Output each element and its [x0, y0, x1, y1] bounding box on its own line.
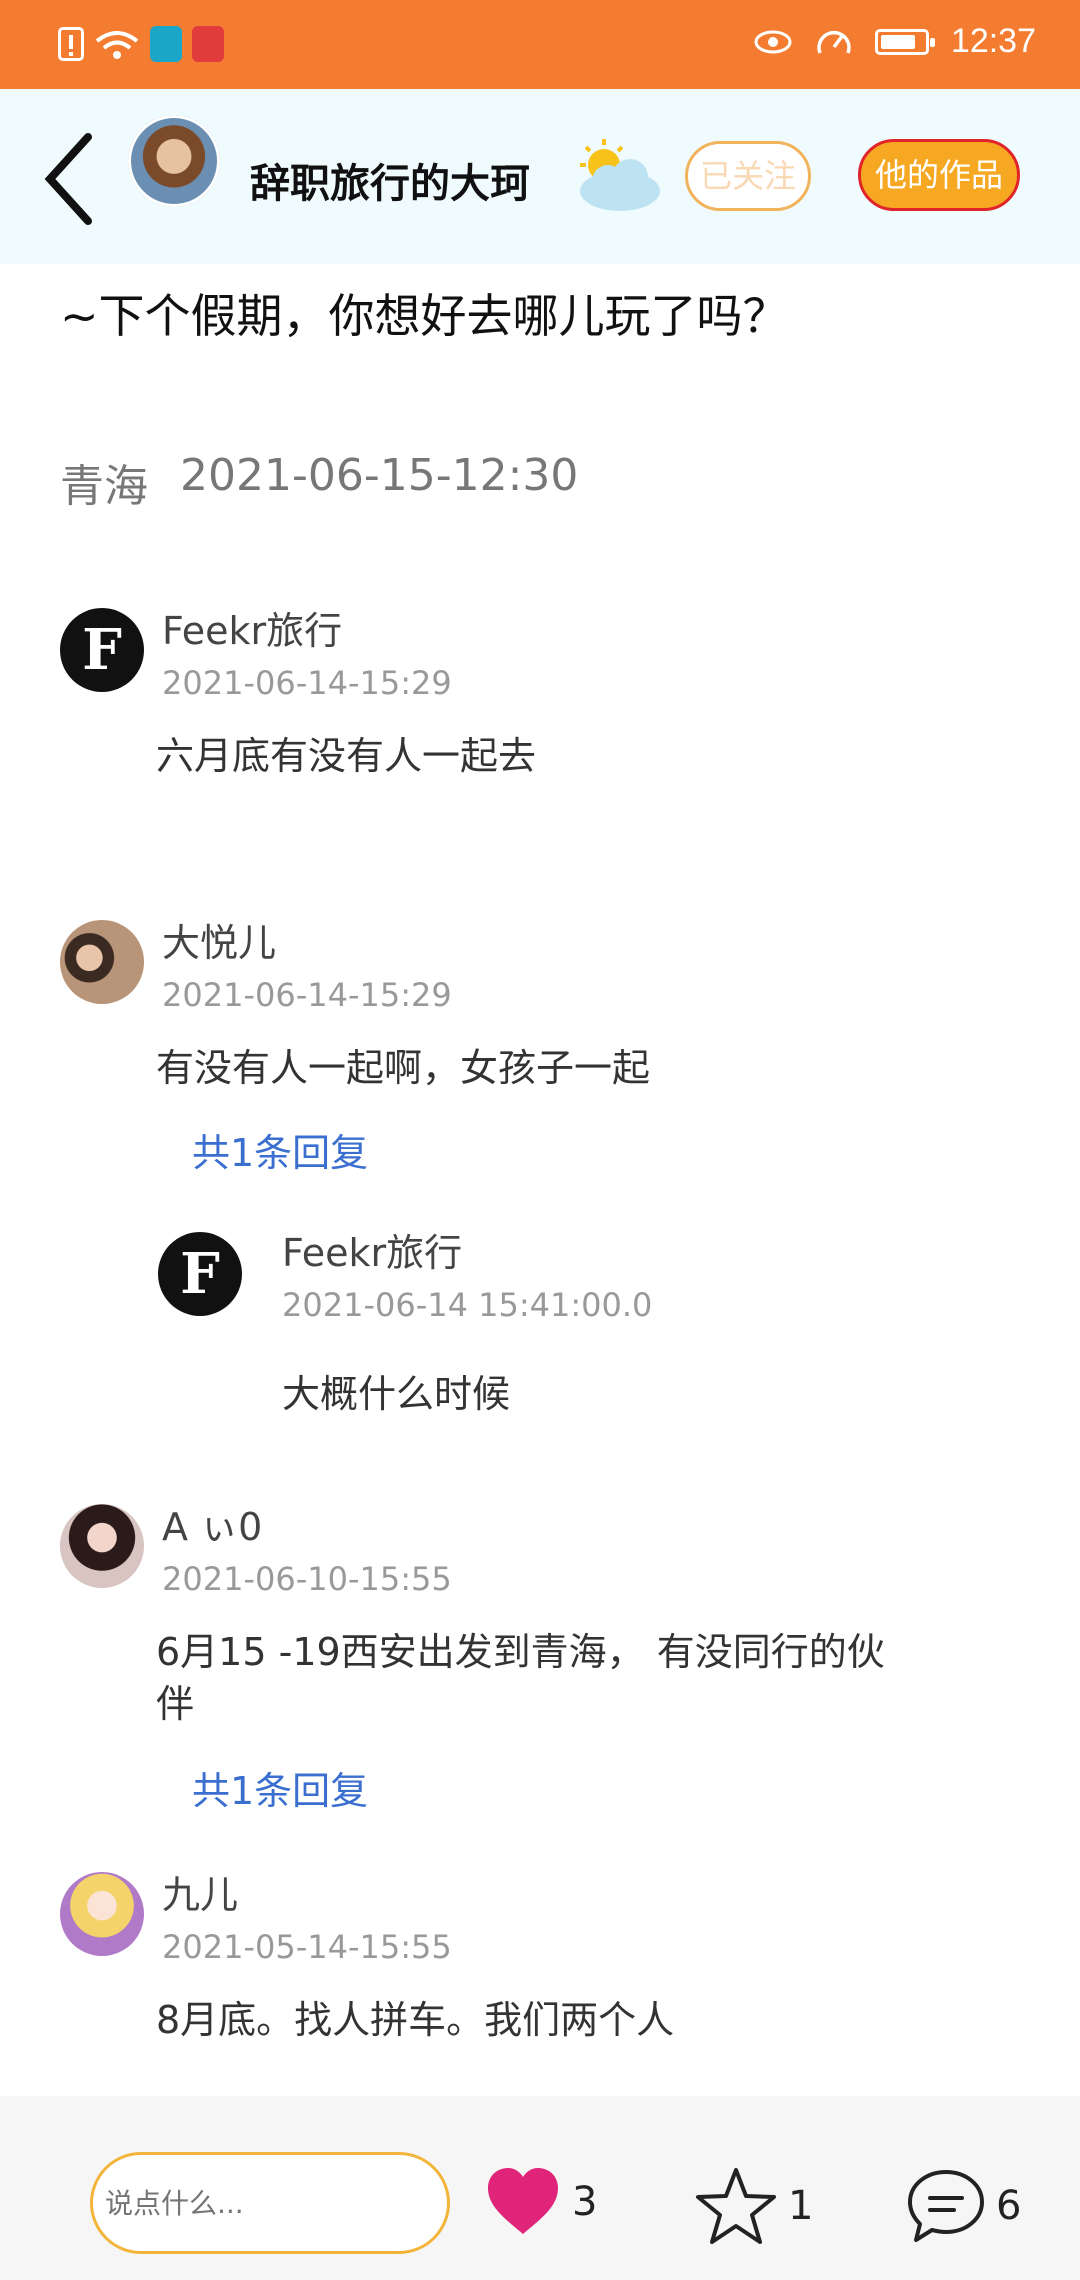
comment-bubble-icon: [908, 2170, 984, 2242]
book-app-icon: [150, 26, 182, 62]
back-arrow-icon[interactable]: [40, 129, 100, 229]
commenter-avatar[interactable]: [60, 1504, 144, 1588]
comment-date: 2021-05-14-15:55: [162, 1928, 452, 1966]
star-icon: [696, 2168, 776, 2244]
status-bar: 12:37: [0, 0, 1080, 89]
view-replies-link[interactable]: 共1条回复: [192, 1122, 368, 1177]
favorite-count: 1: [788, 2183, 814, 2229]
commenter-name: 九儿: [162, 1873, 239, 1917]
comments-button[interactable]: 6: [906, 2166, 1021, 2246]
comment-date: 2021-06-14-15:29: [162, 664, 452, 702]
weather-sun-cloud-icon: [580, 139, 660, 211]
comment-count: 6: [996, 2183, 1022, 2229]
reply-text: 大概什么时候: [282, 1372, 511, 1416]
status-time: 12:37: [950, 22, 1036, 60]
eye-comfort-icon: [754, 30, 792, 53]
comment-input[interactable]: [90, 2152, 450, 2254]
his-works-button[interactable]: 他的作品: [858, 139, 1020, 211]
commenter-avatar[interactable]: [60, 1872, 144, 1956]
notification-icons: [58, 26, 224, 62]
post-meta: 青海 2021-06-15-12:30: [60, 450, 578, 514]
favorite-button[interactable]: 1: [694, 2166, 813, 2246]
like-count: 3: [572, 2179, 598, 2225]
post-location: 青海: [60, 461, 148, 512]
commenter-name: A ぃ0: [162, 1505, 263, 1549]
commenter-name: 大悦儿: [162, 921, 277, 965]
comment-text-line: 伴: [156, 1682, 195, 1726]
like-button[interactable]: 3: [484, 2166, 597, 2238]
reply-name: Feekr旅行: [282, 1231, 463, 1275]
speed-icon: [817, 30, 851, 54]
profile-header: 辞职旅行的大珂 已关注 他的作品: [0, 89, 1080, 264]
commenter-avatar[interactable]: F: [60, 608, 144, 692]
post-datetime: 2021-06-15-12:30: [180, 450, 579, 501]
follow-button[interactable]: 已关注: [685, 141, 811, 211]
comment-text-line: 6月15 -19西安出发到青海， 有没同行的伙: [156, 1630, 885, 1674]
alert-icon: [58, 27, 84, 61]
comment-date: 2021-06-14-15:29: [162, 976, 452, 1014]
post-title: ~下个假期，你想好去哪儿玩了吗？: [60, 289, 789, 343]
view-replies-link[interactable]: 共1条回复: [192, 1760, 368, 1815]
comment-text: 有没有人一起啊，女孩子一起: [156, 1046, 651, 1090]
commenter-avatar[interactable]: [60, 920, 144, 1004]
reply-date: 2021-06-14 15:41:00.0: [282, 1286, 653, 1324]
comment-text: 六月底有没有人一起去: [156, 734, 537, 778]
huawei-store-icon: [192, 26, 224, 62]
comment-date: 2021-06-10-15:55: [162, 1560, 452, 1598]
author-avatar[interactable]: [128, 115, 220, 207]
bottom-action-bar: 3 1 6: [0, 2096, 1080, 2280]
battery-icon: [874, 28, 935, 55]
wifi-icon: [95, 31, 139, 59]
reply-avatar[interactable]: F: [158, 1232, 242, 1316]
heart-icon: [488, 2168, 558, 2234]
author-name: 辞职旅行的大珂: [250, 162, 530, 206]
comment-text: 8月底。找人拼车。我们两个人: [156, 1998, 675, 2042]
comment-text: 6月15 -19西安出发到青海， 有没同行的伙 伴: [156, 1626, 976, 1730]
commenter-name: Feekr旅行: [162, 609, 343, 653]
